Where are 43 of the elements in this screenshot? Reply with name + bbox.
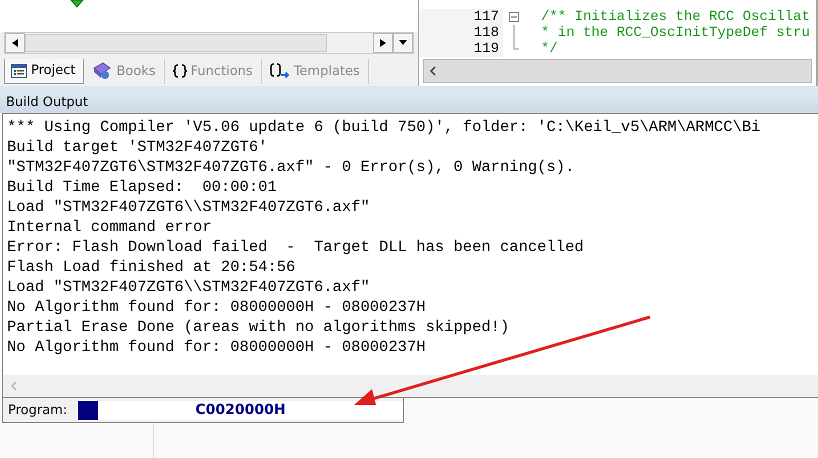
- chevron-left-icon[interactable]: [430, 66, 436, 76]
- output-line: Error: Flash Download failed - Target DLL has been cancelled: [7, 237, 585, 257]
- fold-end: [513, 41, 519, 50]
- braces-icon: [172, 64, 187, 78]
- code-comment: */: [541, 41, 558, 57]
- progress-value: C0020000H: [195, 402, 286, 418]
- template-icon: [270, 63, 290, 80]
- code-comment: /** Initializes the RCC Oscillat: [541, 9, 810, 25]
- book-icon: [92, 62, 112, 80]
- output-line: No Algorithm found for: 08000000H - 08000237H: [7, 297, 427, 317]
- output-line: Build Time Elapsed: 00:00:01: [7, 177, 278, 197]
- panel-tab[interactable]: Books: [86, 58, 165, 84]
- output-line: Internal command error: [7, 217, 213, 237]
- scroll-left-button[interactable]: [5, 32, 25, 53]
- dropdown-button[interactable]: [393, 32, 413, 53]
- code-comment: * in the RCC_OscInitTypeDef stru: [541, 25, 810, 41]
- output-line: Load "STM32F407ZGT6\\STM32F407ZGT6.axf": [7, 277, 371, 297]
- scrollbar-thumb[interactable]: [25, 34, 327, 52]
- collapse-icon[interactable]: [509, 12, 519, 22]
- left-triangle-icon: [12, 38, 18, 47]
- line-number: 118: [419, 25, 503, 41]
- down-triangle-icon: [399, 40, 407, 46]
- line-number: 117: [419, 9, 503, 25]
- horizontal-scrollbar[interactable]: [3, 375, 818, 397]
- output-line: *** Using Compiler 'V5.06 update 6 (build 750)', folder: 'C:\Keil_v5\ARM\ARMCC\Bi: [7, 117, 762, 137]
- output-line: Load "STM32F407ZGT6\\STM32F407ZGT6.axf": [7, 197, 371, 217]
- scroll-right-button[interactable]: [373, 32, 393, 53]
- line-number: 119: [419, 41, 503, 57]
- horizontal-scrollbar[interactable]: [4, 32, 414, 54]
- output-line: Partial Erase Done (areas with no algorithms skipped!): [7, 317, 510, 337]
- horizontal-scrollbar[interactable]: [423, 59, 812, 83]
- output-line: "STM32F407ZGT6\STM32F407ZGT6.axf" - 0 Error(s), 0 Warning(s).: [7, 157, 576, 177]
- panel-title: Build Output: [0, 91, 818, 113]
- output-line: Build target 'STM32F407ZGT6': [7, 137, 268, 157]
- output-line: Flash Load finished at 20:54:56: [7, 257, 296, 277]
- panel-tab[interactable]: Project: [4, 58, 84, 84]
- fold-line: [513, 25, 515, 41]
- output-line: No Algorithm found for: 08000000H - 08000237H: [7, 337, 427, 357]
- right-triangle-icon: [380, 38, 386, 47]
- list-window-icon: [11, 64, 27, 78]
- status-label: Program:: [7, 402, 68, 418]
- panel-tab[interactable]: Functions: [166, 58, 262, 84]
- panel-tab[interactable]: Templates: [264, 58, 369, 84]
